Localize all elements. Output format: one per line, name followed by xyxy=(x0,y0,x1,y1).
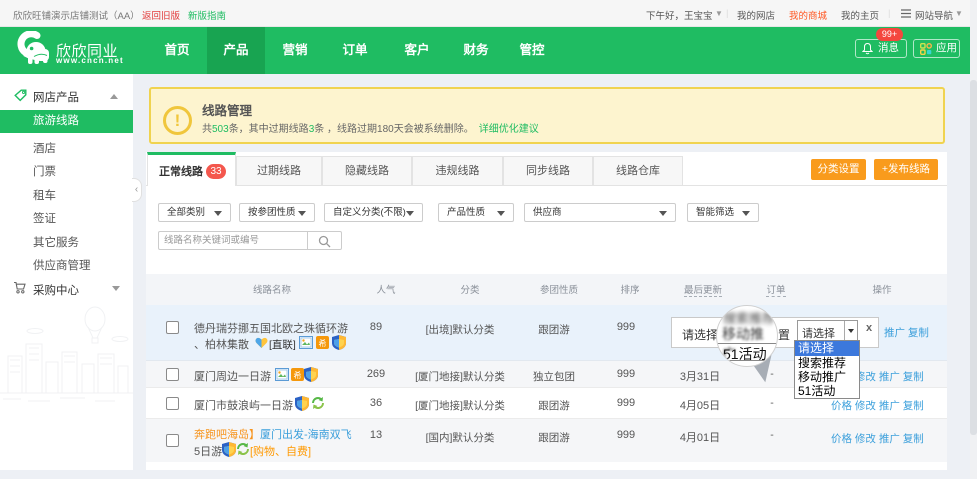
svg-text:希: 希 xyxy=(319,338,327,348)
svg-text:希: 希 xyxy=(294,370,302,380)
